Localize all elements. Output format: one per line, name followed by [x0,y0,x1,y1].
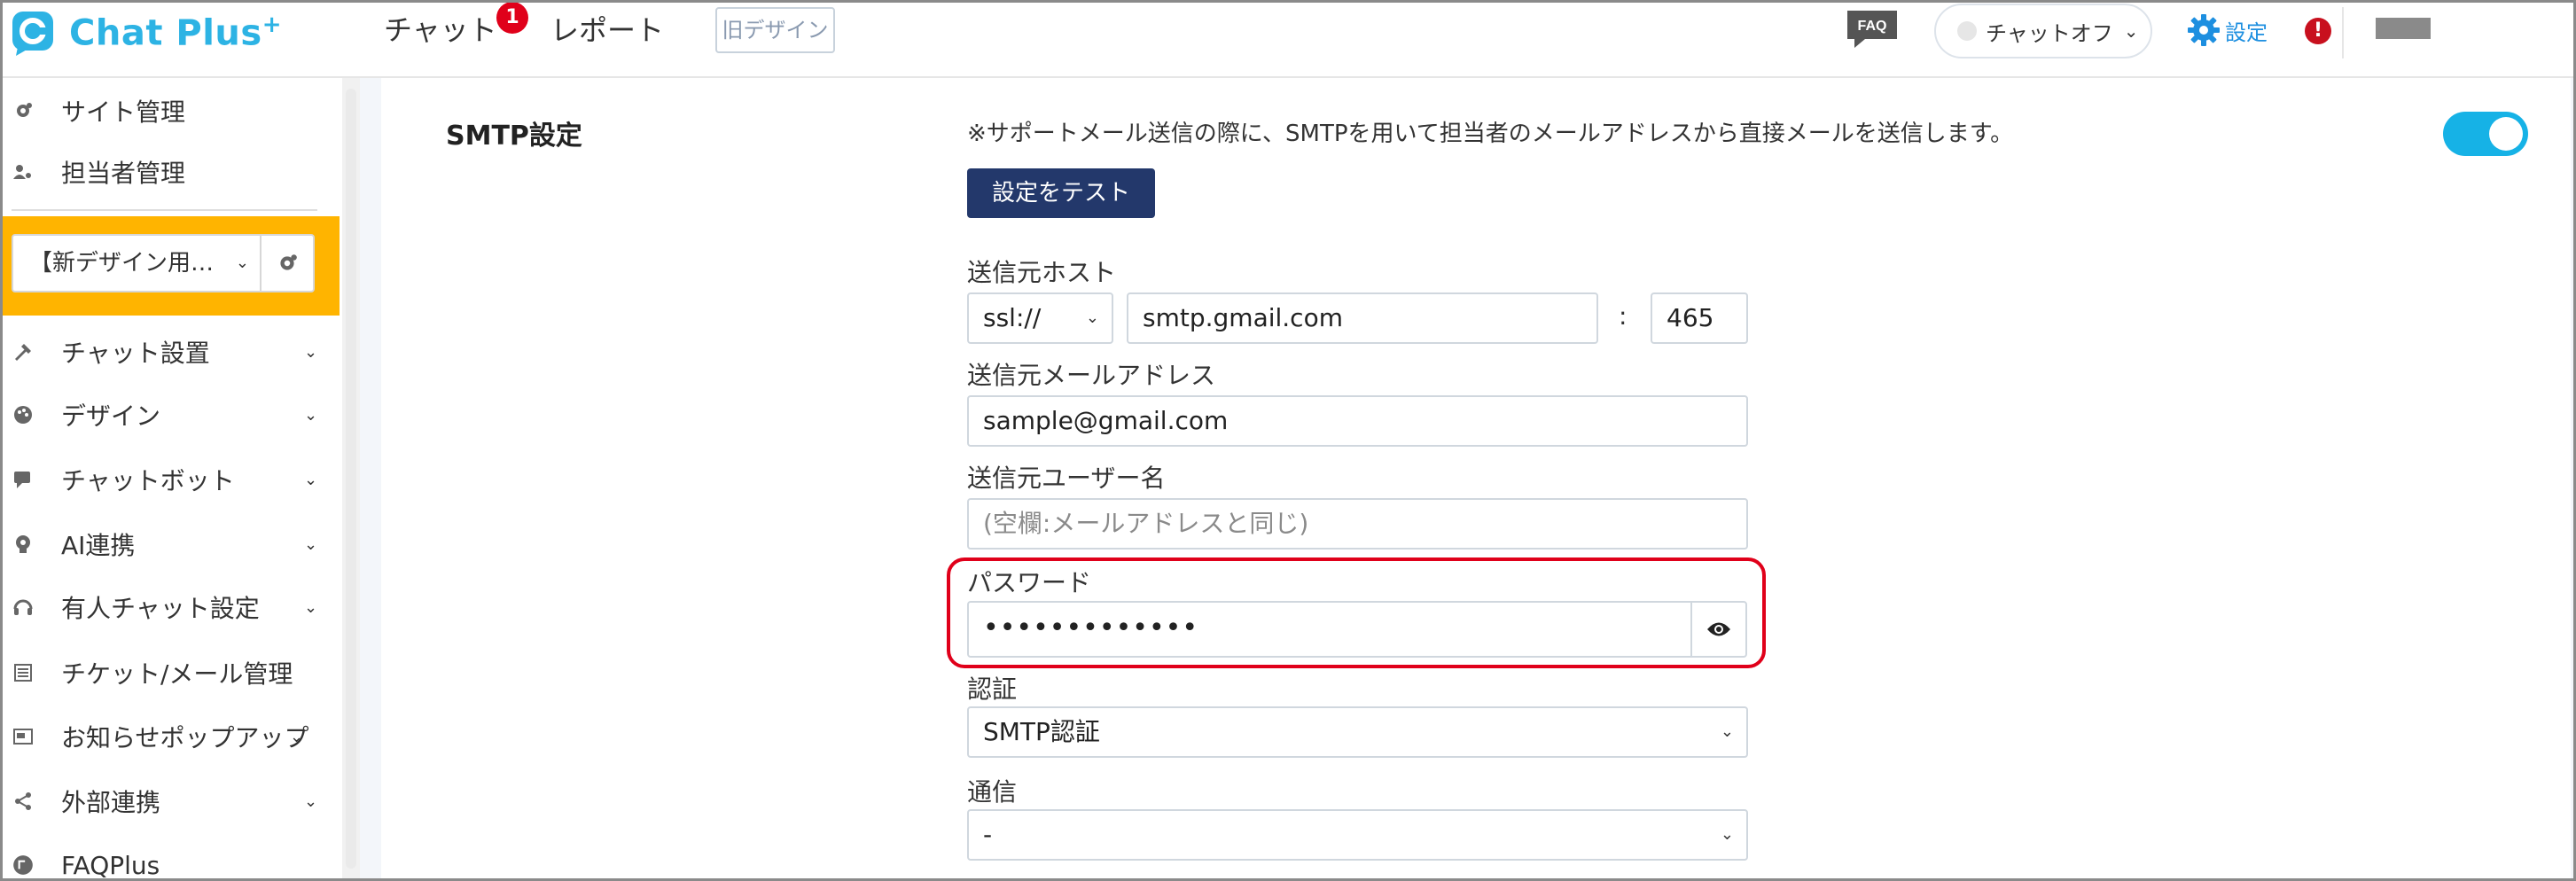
window-frame [0,0,2576,881]
